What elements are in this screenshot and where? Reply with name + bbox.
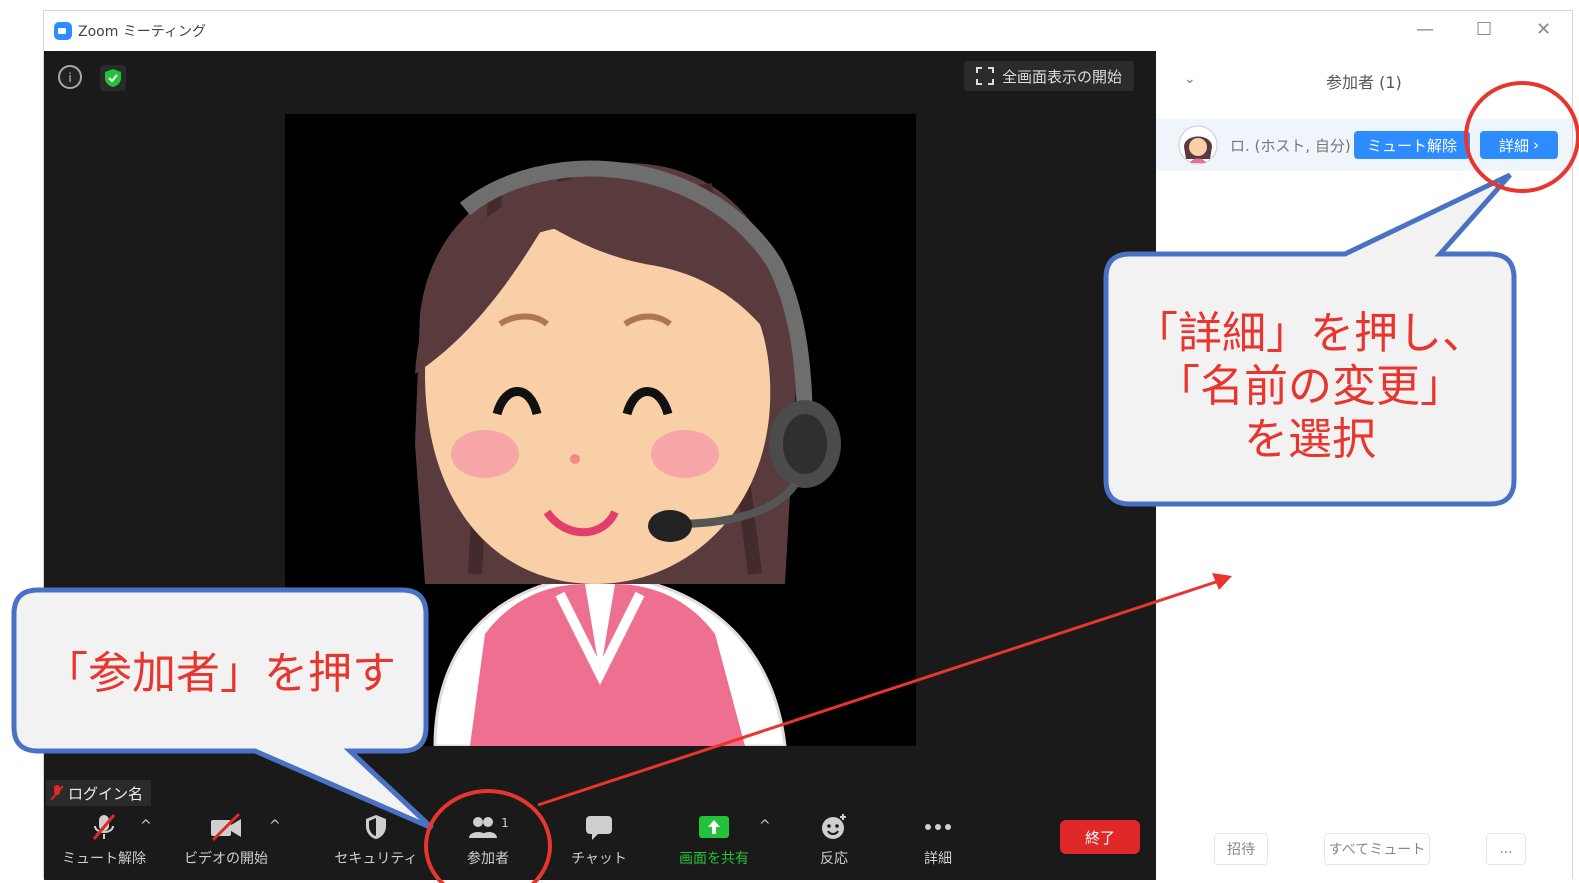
panel-more-button[interactable]: ... <box>1486 833 1526 865</box>
toolbar-reactions-label: 反応 <box>820 851 848 867</box>
fullscreen-button[interactable]: 全画面表示の開始 <box>964 61 1135 91</box>
participants-icon <box>469 817 498 838</box>
toolbar-unmute[interactable]: ミュート解除 <box>54 812 154 868</box>
mute-all-button[interactable]: すべてミュート <box>1324 833 1430 865</box>
shield-icon <box>366 815 386 839</box>
more-icon <box>925 824 951 830</box>
participant-unmute-button[interactable]: ミュート解除 <box>1354 131 1470 159</box>
audio-options-caret[interactable]: ^ <box>140 818 152 834</box>
window-title: Zoom ミーティング <box>78 24 206 40</box>
participant-detail-label: 詳細 <box>1498 136 1529 155</box>
callout-right-line-1: 「詳細」を押し、 <box>1134 308 1486 359</box>
toolbar-participants-label: 参加者 <box>467 851 509 867</box>
avatar <box>1178 125 1218 165</box>
panel-header: ⌄ 参加者 (1) <box>1156 65 1572 95</box>
invite-button[interactable]: 招待 <box>1214 833 1268 865</box>
mic-muted-small-icon <box>50 785 64 801</box>
chevron-right-icon: › <box>1533 136 1539 154</box>
close-button[interactable]: ✕ <box>1536 19 1551 40</box>
participant-detail-button[interactable]: 詳細 › <box>1480 131 1558 159</box>
collapse-chevron-icon[interactable]: ⌄ <box>1184 71 1196 87</box>
share-options-caret[interactable]: ^ <box>759 818 771 834</box>
video-options-caret[interactable]: ^ <box>269 818 281 834</box>
toolbar-more[interactable]: 詳細 <box>888 812 988 868</box>
panel-title: 参加者 (1) <box>1326 73 1402 92</box>
toolbar-chat-label: チャット <box>571 851 627 867</box>
participants-count: 1 <box>501 816 509 830</box>
video-off-icon <box>211 812 241 842</box>
toolbar-unmute-label: ミュート解除 <box>62 851 146 867</box>
maximize-button[interactable]: ☐ <box>1476 19 1492 40</box>
chat-icon <box>586 816 612 840</box>
callout-right-line-2: 「名前の変更」 <box>1156 360 1464 412</box>
callout-right-line-3: を選択 <box>1244 413 1376 465</box>
toolbar-reactions[interactable]: 反応 <box>784 812 884 868</box>
toolbar-start-video-label: ビデオの開始 <box>184 851 268 867</box>
toolbar-participants[interactable]: 1 参加者 <box>438 812 538 868</box>
title-bar: Zoom ミーティング — ☐ ✕ <box>44 11 1572 51</box>
toolbar-more-label: 詳細 <box>924 851 952 867</box>
participant-name: ロ. (ホスト, 自分) <box>1230 137 1351 155</box>
name-tag-label: ログイン名 <box>68 784 144 803</box>
share-screen-icon <box>699 816 729 838</box>
toolbar-start-video[interactable]: ビデオの開始 <box>176 812 276 868</box>
participant-row[interactable]: ロ. (ホスト, 自分) ミュート解除 詳細 › <box>1156 119 1572 171</box>
video-area: i 全画面表示の開始 ログイン名 ミュート解除 ^ ビデオの開始 ^ セキュリテ… <box>44 51 1156 880</box>
fullscreen-icon <box>976 67 994 85</box>
end-meeting-button[interactable]: 終了 <box>1060 820 1140 854</box>
fullscreen-label: 全画面表示の開始 <box>1002 67 1123 86</box>
name-tag: ログイン名 <box>46 780 152 806</box>
mic-muted-icon <box>92 814 116 840</box>
toolbar-share-screen-label: 画面を共有 <box>679 851 749 867</box>
zoom-logo-icon <box>54 22 72 40</box>
shield-check-icon[interactable] <box>100 65 126 91</box>
minimize-button[interactable]: — <box>1416 19 1434 40</box>
toolbar-security[interactable]: セキュリティ <box>326 812 426 868</box>
info-icon[interactable]: i <box>58 65 82 89</box>
toolbar-share-screen[interactable]: 画面を共有 <box>664 812 764 868</box>
toolbar-security-label: セキュリティ <box>334 851 418 867</box>
callout-left-text: 「参加者」を押す <box>44 648 396 699</box>
toolbar-chat[interactable]: チャット <box>549 812 649 868</box>
reaction-icon <box>822 814 846 839</box>
callout-right-text: 「詳細」を押し、 「名前の変更」 を選択 <box>1106 308 1514 466</box>
meeting-toolbar: ミュート解除 ^ ビデオの開始 ^ セキュリティ 1 参加者 チャット 画面を共… <box>44 806 1156 880</box>
